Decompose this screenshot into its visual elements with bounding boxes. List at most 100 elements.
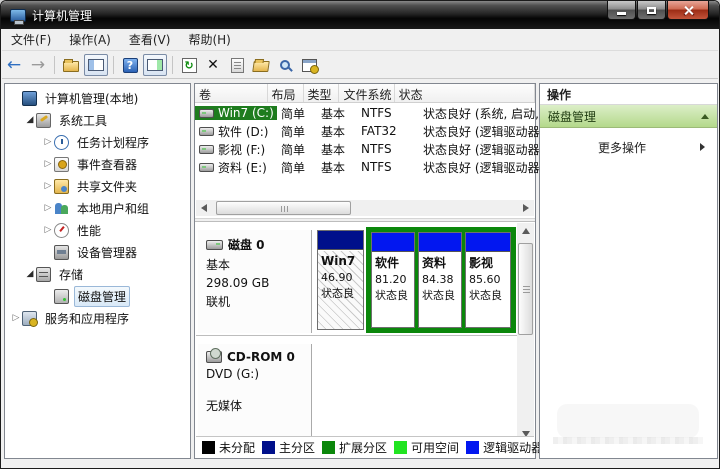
scroll-up-button[interactable] [518,223,534,239]
tree-item-disk-management[interactable]: 磁盘管理 [6,285,189,307]
vscroll-thumb[interactable] [518,243,533,335]
partition-win7-c[interactable]: Win7 46.90 状态良 [317,230,364,330]
cdrom-drive: DVD (G:) [206,367,305,381]
cdrom-row: CD-ROM 0 DVD (G:) 无媒体 [196,340,517,438]
volume-row-win7-c[interactable]: Win7 (C:) 简单 基本 NTFS 状态良好 (系统, 启动, 页 [195,104,535,122]
disk0-info[interactable]: 磁盘 0 基本 298.09 GB 联机 [198,230,312,333]
legend-free-space: 可用空间 [394,439,459,456]
console-tree-pane: 计算机管理(本地) ◢ 系统工具 ▷ 任务计划程序 ▷ 事件查看器 ▷ 共享文件… [4,83,191,459]
find-button[interactable] [274,54,296,76]
performance-icon [54,223,69,238]
menu-bar: 文件(F) 操作(A) 查看(V) 帮助(H) [2,29,718,51]
column-header-layout[interactable]: 布局 [268,84,304,102]
menu-help[interactable]: 帮助(H) [179,28,239,51]
disk0-row: 磁盘 0 基本 298.09 GB 联机 Win7 46.90 状态良 [196,226,517,336]
export-folder-icon [63,61,79,72]
menu-action[interactable]: 操作(A) [60,28,120,51]
console-tree: 计算机管理(本地) ◢ 系统工具 ▷ 任务计划程序 ▷ 事件查看器 ▷ 共享文件… [6,85,189,457]
restore-button[interactable] [637,1,666,20]
magnifier-icon [280,60,290,70]
partition-data-e[interactable]: 资料 84.38 状态良 [418,232,462,328]
toolbar-separator [113,56,114,74]
title-bar[interactable]: 计算机管理 [1,1,719,29]
tree-item-storage[interactable]: ◢ 存储 [6,263,189,285]
export-list-button[interactable] [60,54,82,76]
expander-closed-icon[interactable]: ▷ [42,203,54,213]
disk0-status: 联机 [206,293,305,310]
properties-button[interactable] [226,54,248,76]
show-console-tree-button[interactable] [84,54,108,76]
cdrom-icon [206,351,222,363]
open-button[interactable] [250,54,272,76]
hscroll-thumb[interactable] [216,201,351,215]
cdrom-info[interactable]: CD-ROM 0 DVD (G:) 无媒体 [198,344,312,436]
volume-list-hscrollbar[interactable] [196,200,534,216]
partition-legend: 未分配 主分区 扩展分区 可用空间 逻辑驱动器 [196,436,534,457]
system-tools-icon [36,113,51,128]
tree-item-shared-folders[interactable]: ▷ 共享文件夹 [6,175,189,197]
tree-item-task-scheduler[interactable]: ▷ 任务计划程序 [6,131,189,153]
expander-open-icon[interactable]: ◢ [24,269,36,279]
more-actions-item[interactable]: 更多操作 [540,136,717,158]
expander-closed-icon[interactable]: ▷ [42,225,54,235]
disk-management-pane: 卷 布局 类型 文件系统 状态 Win7 (C:) 简单 基本 NTFS 状态良… [194,83,536,459]
shared-folders-icon [54,179,69,194]
volume-icon [199,145,214,154]
delete-button[interactable]: ✕ [202,54,224,76]
menu-file[interactable]: 文件(F) [2,28,60,51]
disk-management-section-bar[interactable]: 磁盘管理 [540,105,717,128]
collapse-icon[interactable] [701,114,709,119]
partition-movies-f[interactable]: 影视 85.60 状态良 [465,232,511,328]
scroll-left-icon [201,204,207,212]
disk0-type: 基本 [206,256,305,273]
tree-item-device-manager[interactable]: 设备管理器 [6,241,189,263]
expander-closed-icon[interactable]: ▷ [42,137,54,147]
console-tree-icon [88,59,104,71]
help-button[interactable]: ? [119,54,141,76]
column-header-type[interactable]: 类型 [304,84,340,102]
minimize-button[interactable] [607,1,636,20]
customize-button[interactable] [298,54,320,76]
partition-software-d[interactable]: 软件 81.20 状态良 [371,232,415,328]
services-icon [22,311,37,326]
forward-icon: → [31,57,45,74]
scroll-left-button[interactable] [196,200,212,216]
open-folder-icon [252,61,270,72]
window-title: 计算机管理 [32,7,92,24]
expander-closed-icon[interactable]: ▷ [42,159,54,169]
tree-item-services-applications[interactable]: ▷ 服务和应用程序 [6,307,189,329]
scroll-right-button[interactable] [518,200,534,216]
disk-icon [206,240,223,250]
volume-row-software-d[interactable]: 软件 (D:) 简单 基本 FAT32 状态良好 (逻辑驱动器) [195,122,535,140]
graphical-view-vscrollbar[interactable] [517,223,534,442]
refresh-button[interactable]: ↻ [178,54,200,76]
free-space-swatch [394,441,407,454]
menu-view[interactable]: 查看(V) [120,28,180,51]
tree-item-event-viewer[interactable]: ▷ 事件查看器 [6,153,189,175]
tree-item-performance[interactable]: ▷ 性能 [6,219,189,241]
tree-item-computer-management[interactable]: 计算机管理(本地) [6,87,189,109]
device-manager-icon [54,245,69,260]
users-icon [54,201,69,216]
back-button[interactable]: ← [3,54,25,76]
forward-button[interactable]: → [27,54,49,76]
toolbar: ← → ? ↻ ✕ [2,52,718,79]
expander-closed-icon[interactable]: ▷ [42,181,54,191]
toolbar-separator [54,56,55,74]
show-action-pane-button[interactable] [143,54,167,76]
unallocated-swatch [202,441,215,454]
volume-row-movies-f[interactable]: 影视 (F:) 简单 基本 NTFS 状态良好 (逻辑驱动器) [195,140,535,158]
column-header-volume[interactable]: 卷 [195,84,268,102]
primary-swatch [262,441,275,454]
column-header-status[interactable]: 状态 [395,84,535,102]
volume-row-data-e[interactable]: 资料 (E:) 简单 基本 NTFS 状态良好 (逻辑驱动器) [195,158,535,176]
tree-item-system-tools[interactable]: ◢ 系统工具 [6,109,189,131]
column-header-filesystem[interactable]: 文件系统 [339,84,394,102]
expander-open-icon[interactable]: ◢ [24,115,36,125]
logical-drive-bar [419,233,461,252]
expander-closed-icon[interactable]: ▷ [10,313,22,323]
tree-item-local-users-groups[interactable]: ▷ 本地用户和组 [6,197,189,219]
storage-icon [36,267,51,282]
close-button[interactable] [667,1,709,20]
actions-header: 操作 [540,84,717,105]
